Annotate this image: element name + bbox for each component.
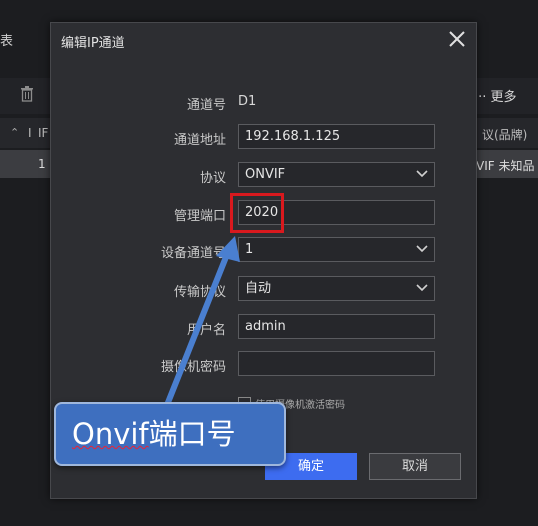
channel-no-label: 通道号 <box>186 98 226 113</box>
device-channel-select[interactable]: 1 <box>238 237 435 262</box>
header-protocol: 议(品牌) <box>482 128 528 142</box>
chevron-down-icon <box>416 170 428 178</box>
sort-icon[interactable]: ⌃ <box>10 126 19 139</box>
channel-no-row: 通道号 D1 <box>51 89 476 115</box>
username-label: 用户名 <box>186 323 226 338</box>
chevron-down-icon <box>416 245 428 253</box>
background-tab[interactable]: 表 <box>0 30 13 49</box>
cancel-button[interactable]: 取消 <box>369 453 461 480</box>
row-protocol: VIF 未知品 <box>476 159 535 173</box>
callout-port-text: 端口号 <box>148 417 236 451</box>
protocol-value: ONVIF <box>245 167 286 182</box>
protocol-row: 协议 ONVIF <box>51 162 476 188</box>
device-channel-label: 设备通道号 <box>160 246 226 261</box>
mgmt-port-label: 管理端口 <box>173 209 226 224</box>
address-input[interactable]: 192.168.1.125 <box>238 124 435 149</box>
protocol-select[interactable]: ONVIF <box>238 162 435 187</box>
dialog-title: 编辑IP通道 <box>61 36 125 51</box>
header-col-2: IF <box>38 126 49 140</box>
callout-onvif-text: Onvif <box>72 417 149 451</box>
transport-row: 传输协议 自动 <box>51 276 476 302</box>
transport-select[interactable]: 自动 <box>238 276 435 301</box>
header-col-1: I <box>28 126 32 140</box>
username-input[interactable]: admin <box>238 314 435 339</box>
port-highlight-box <box>230 193 284 233</box>
onvif-port-callout: Onvif端口号 <box>54 402 286 466</box>
address-label: 通道地址 <box>173 133 226 148</box>
camera-password-row: 摄像机密码 <box>51 351 476 377</box>
username-row: 用户名 admin <box>51 314 476 340</box>
device-channel-row: 设备通道号 1 <box>51 237 476 263</box>
address-row: 通道地址 192.168.1.125 <box>51 124 476 150</box>
device-channel-value: 1 <box>245 242 254 257</box>
camera-password-input[interactable] <box>238 351 435 376</box>
channel-no-value: D1 <box>238 94 257 109</box>
chevron-down-icon <box>416 284 428 292</box>
close-icon[interactable] <box>446 28 468 50</box>
transport-label: 传输协议 <box>173 285 226 300</box>
trash-icon[interactable] <box>20 86 34 102</box>
transport-value: 自动 <box>245 281 272 296</box>
protocol-label: 协议 <box>199 171 226 186</box>
more-button[interactable]: ··· 更多 <box>474 86 517 105</box>
row-index: 1 <box>38 157 46 171</box>
camera-password-label: 摄像机密码 <box>160 360 226 375</box>
